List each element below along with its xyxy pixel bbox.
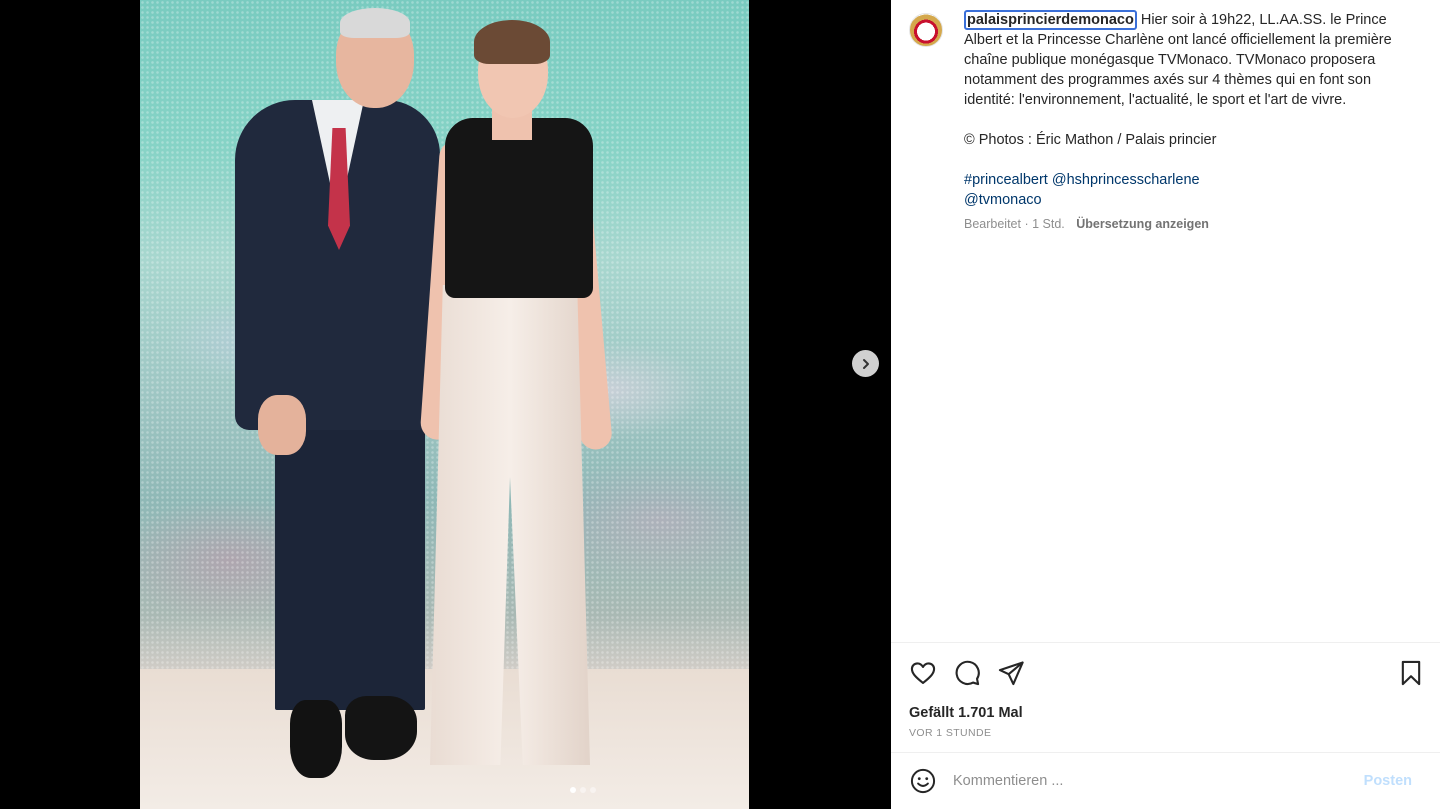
emoji-button[interactable] xyxy=(909,767,937,795)
chevron-right-icon xyxy=(862,358,869,369)
post-time: VOR 1 STUNDE xyxy=(909,727,992,739)
carousel-dot xyxy=(570,787,576,793)
carousel-indicator xyxy=(570,787,596,793)
caption: palaisprincierdemonaco Hier soir à 19h22… xyxy=(909,10,1429,234)
emoji-icon xyxy=(910,768,936,794)
post-side-panel: palaisprincierdemonaco Hier soir à 19h22… xyxy=(891,0,1440,809)
person-left-hand xyxy=(258,395,306,455)
edited-timestamp: Bearbeitet · 1 Std. xyxy=(964,217,1065,231)
post-meta: Bearbeitet · 1 Std. Übersetzung anzeigen xyxy=(964,214,1414,234)
comment-bar: Posten xyxy=(891,752,1440,809)
comment-icon xyxy=(955,660,980,686)
person-right-top xyxy=(445,118,593,298)
caption-body: palaisprincierdemonaco Hier soir à 19h22… xyxy=(964,10,1414,234)
hashtag-link[interactable]: #princealbert xyxy=(964,172,1048,188)
heart-icon xyxy=(910,662,936,684)
carousel-dot xyxy=(590,787,596,793)
tags: #princealbert @hshprincesscharlene @tvmo… xyxy=(964,170,1414,210)
carousel-next-button[interactable] xyxy=(852,350,879,377)
bookmark-icon xyxy=(1401,660,1421,686)
like-button[interactable] xyxy=(909,659,937,687)
post-photo[interactable] xyxy=(140,0,749,809)
username-link[interactable]: palaisprincierdemonaco xyxy=(964,10,1137,30)
person-left-shoe xyxy=(290,700,342,778)
comment-button[interactable] xyxy=(953,659,981,687)
caption-paragraph: palaisprincierdemonaco Hier soir à 19h22… xyxy=(964,10,1414,110)
photo-credit: © Photos : Éric Mathon / Palais princier xyxy=(964,132,1217,148)
mention-link[interactable]: @hshprincesscharlene xyxy=(1052,172,1200,188)
person-left-shoe xyxy=(345,696,417,760)
post-comment-button[interactable]: Posten xyxy=(1364,773,1412,789)
comment-input[interactable] xyxy=(953,770,1353,792)
likes-count[interactable]: Gefällt 1.701 Mal xyxy=(909,705,1023,721)
person-right-hair xyxy=(474,20,550,64)
send-icon xyxy=(998,661,1024,686)
actions-bar: Gefällt 1.701 Mal VOR 1 STUNDE xyxy=(891,642,1440,752)
carousel-dot xyxy=(580,787,586,793)
share-button[interactable] xyxy=(997,659,1025,687)
media-panel xyxy=(0,0,891,809)
save-button[interactable] xyxy=(1397,659,1425,687)
mention-link[interactable]: @tvmonaco xyxy=(964,192,1042,208)
avatar[interactable] xyxy=(909,13,943,47)
person-left-legs xyxy=(275,410,425,710)
person-left-hair xyxy=(340,8,410,38)
translate-button[interactable]: Übersetzung anzeigen xyxy=(1076,217,1209,231)
